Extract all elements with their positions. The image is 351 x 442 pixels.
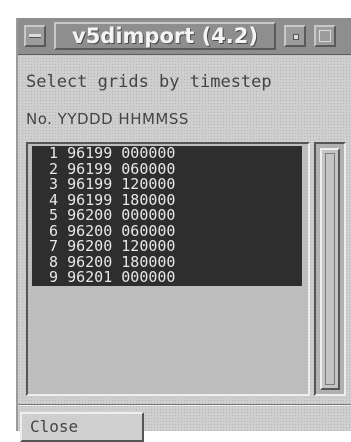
maximize-button[interactable] (314, 25, 336, 47)
scrollbar-thumb-inset (325, 153, 335, 385)
timestep-list-rows: 1 96199 000000 2 96199 060000 3 96199 12… (32, 145, 302, 286)
column-header: No. YYDDD HHMMSS (26, 110, 189, 128)
minimize-button[interactable] (284, 25, 306, 47)
separator (18, 404, 351, 406)
timestep-list[interactable]: 1 96199 000000 2 96199 060000 3 96199 12… (26, 142, 310, 396)
list-scrollbar[interactable] (314, 142, 346, 396)
list-item[interactable]: 9 96201 000000 (32, 269, 302, 286)
instruction-label: Select grids by timestep (26, 72, 272, 92)
dialog-body: Select grids by timestep No. YYDDD HHMMS… (18, 54, 351, 442)
maximize-icon (319, 30, 331, 42)
close-button[interactable]: Close (20, 412, 144, 442)
title-bar[interactable]: v5dimport (4.2) (18, 18, 351, 55)
window-menu-icon (29, 34, 41, 38)
v5dimport-window: v5dimport (4.2) Select grids by timestep… (16, 18, 351, 442)
minimize-icon (293, 34, 299, 40)
window-menu-button[interactable] (24, 25, 46, 47)
scrollbar-thumb[interactable] (320, 148, 340, 390)
window-title[interactable]: v5dimport (4.2) (54, 22, 276, 50)
